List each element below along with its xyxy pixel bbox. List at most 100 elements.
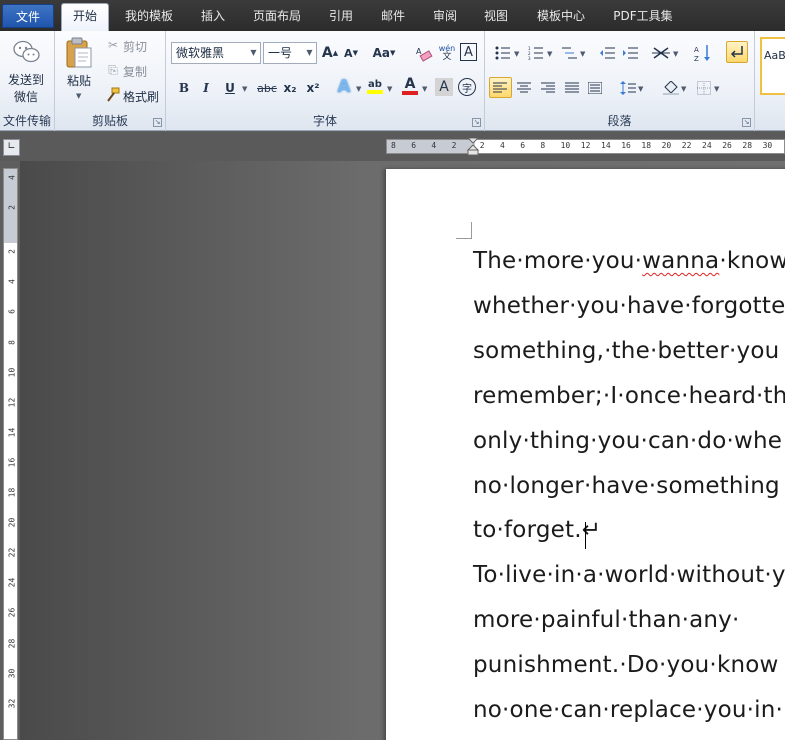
underline-button[interactable]: U (220, 78, 240, 98)
align-center-icon[interactable] (514, 78, 534, 98)
highlight-button[interactable]: ab (365, 76, 385, 96)
tab-template-center[interactable]: 模板中心 (530, 6, 592, 26)
chinese-layout-dropdown-arrow[interactable]: ▼ (673, 50, 678, 58)
tab-selector-button[interactable]: ∟ (3, 139, 20, 156)
char-border-icon[interactable]: A (460, 43, 477, 61)
align-right-icon[interactable] (538, 78, 558, 98)
paste-dropdown-arrow[interactable]: ▼ (76, 92, 81, 100)
justify-icon[interactable] (562, 78, 582, 98)
cut-button[interactable]: 剪切 (123, 38, 147, 55)
document-line[interactable]: whether·you·have·forgotte (473, 293, 785, 319)
copy-icon[interactable]: ⎘ (103, 60, 123, 80)
tab-view[interactable]: 视图 (477, 6, 515, 26)
clipboard-dialog-launcher[interactable]: ↘ (153, 118, 162, 127)
document-line[interactable]: punishment.·Do·you·know (473, 652, 779, 678)
paste-icon[interactable] (64, 36, 94, 70)
multilevel-list-icon[interactable] (559, 43, 579, 63)
sort-icon[interactable]: AZ (693, 43, 713, 63)
clear-format-icon[interactable]: A (414, 43, 434, 63)
text-cursor (585, 522, 586, 549)
decrease-indent-icon[interactable] (597, 43, 617, 63)
multilevel-dropdown-arrow[interactable]: ▼ (580, 50, 585, 58)
tab-insert[interactable]: 插入 (194, 6, 232, 26)
indent-marker-icon[interactable] (467, 138, 479, 156)
numbering-dropdown-arrow[interactable]: ▼ (547, 50, 552, 58)
borders-icon[interactable] (694, 78, 714, 98)
tab-page-layout[interactable]: 页面布局 (247, 6, 307, 26)
ruler-tick-label: 18 (7, 487, 17, 498)
font-dialog-launcher[interactable]: ↘ (472, 118, 481, 127)
borders-dropdown-arrow[interactable]: ▼ (714, 85, 719, 93)
vertical-ruler[interactable]: 4 2 2 4 6 8 10 12 14 16 18 20 22 24 26 28 30 32 (3, 168, 18, 740)
tab-file[interactable]: 文件 (2, 4, 54, 28)
send-to-wechat-label-1[interactable]: 发送到 (8, 71, 44, 88)
italic-button[interactable]: I (196, 78, 216, 98)
tab-references[interactable]: 引用 (322, 6, 360, 26)
ruler-tick-label: 26 (7, 608, 17, 618)
format-painter-icon[interactable] (103, 85, 123, 105)
paste-button[interactable]: 粘贴 (67, 72, 91, 89)
font-name-dropdown-icon[interactable]: ▼ (247, 43, 260, 63)
shading-dropdown-arrow[interactable]: ▼ (681, 85, 686, 93)
tab-mailings[interactable]: 邮件 (374, 6, 412, 26)
highlight-dropdown-arrow[interactable]: ▼ (387, 85, 392, 93)
document-line[interactable]: The·more·you·wanna·know (473, 248, 785, 274)
bold-button[interactable]: B (174, 78, 194, 98)
font-color-dropdown-arrow[interactable]: ▼ (422, 85, 427, 93)
group-label-font: 字体 (312, 114, 337, 128)
style-normal-preview[interactable]: AaB (760, 37, 785, 95)
font-size-combo[interactable]: 一号 ▼ (263, 42, 317, 64)
enclose-char-button[interactable]: 字 (458, 78, 476, 96)
show-marks-toggle[interactable] (726, 41, 748, 63)
document-line[interactable]: remember;·I·once·heard·th (473, 383, 785, 409)
increase-indent-icon[interactable] (620, 43, 640, 63)
tab-my-templates[interactable]: 我的模板 (118, 6, 180, 26)
horizontal-ruler[interactable]: 8 6 4 2 2 4 6 8 10 12 14 16 18 20 22 24 26 28 30 (386, 138, 785, 156)
line-spacing-icon[interactable] (618, 78, 638, 98)
align-left-icon (490, 78, 510, 98)
spelling-error-marker[interactable]: wanna (642, 248, 719, 274)
group-paragraph: ▼ 123 ▼ ▼ ▼ AZ ▼ ▼ ▼ 段落 ↘ (485, 31, 755, 131)
document-line[interactable]: To·live·in·a·world·without·y (473, 562, 785, 588)
font-name-combo[interactable]: 微软雅黑 ▼ (171, 42, 261, 64)
wechat-icon[interactable] (12, 37, 42, 67)
paragraph-dialog-launcher[interactable]: ↘ (742, 118, 751, 127)
shrink-font-icon[interactable]: A ▼ (341, 43, 361, 63)
bullets-dropdown-arrow[interactable]: ▼ (514, 50, 519, 58)
ruler-tick-label: 8 (540, 141, 546, 150)
underline-dropdown-arrow[interactable]: ▼ (242, 85, 247, 93)
grow-font-icon[interactable]: A ▲ (320, 43, 340, 63)
text-effects-dropdown-arrow[interactable]: ▼ (356, 85, 361, 93)
shading-icon[interactable] (661, 78, 681, 98)
align-left-toggle[interactable] (489, 77, 512, 98)
distribute-icon[interactable] (585, 78, 605, 98)
tab-review[interactable]: 审阅 (426, 6, 464, 26)
copy-button[interactable]: 复制 (123, 63, 147, 80)
ruler-tick-label: 2 (7, 205, 17, 211)
numbering-icon[interactable]: 123 (526, 43, 546, 63)
chinese-layout-icon[interactable] (651, 43, 671, 63)
text-effects-button[interactable]: A (334, 77, 354, 97)
cut-icon[interactable]: ✂ (103, 35, 123, 55)
document-line[interactable]: to·forget.↵ (473, 517, 601, 543)
ruler-tick-label: 4 (431, 141, 437, 150)
document-line[interactable]: more·painful·than·any· (473, 607, 740, 633)
superscript-button[interactable]: x² (303, 78, 323, 98)
phonetic-guide-icon[interactable]: wén 文 (437, 43, 457, 63)
char-shading-button[interactable]: A (435, 78, 453, 96)
strikethrough-button[interactable]: abc (255, 78, 279, 98)
document-line[interactable]: something,·the·better·you (473, 338, 779, 364)
document-line[interactable]: only·thing·you·can·do·whe (473, 428, 782, 454)
subscript-button[interactable]: x₂ (280, 78, 300, 98)
bullets-icon[interactable] (493, 43, 513, 63)
document-line[interactable]: no·one·can·replace·you·in· (473, 697, 783, 723)
send-to-wechat-label-2[interactable]: 微信 (14, 88, 38, 105)
change-case-icon[interactable]: Aa ▼ (371, 43, 397, 63)
font-color-button[interactable]: A (400, 76, 420, 96)
format-painter-button[interactable]: 格式刷 (123, 88, 159, 105)
line-spacing-dropdown-arrow[interactable]: ▼ (638, 85, 643, 93)
document-line[interactable]: no·longer·have·something (473, 473, 780, 499)
font-size-dropdown-icon[interactable]: ▼ (303, 43, 316, 63)
tab-home[interactable]: 开始 (61, 3, 109, 32)
tab-pdf-tools[interactable]: PDF工具集 (607, 6, 679, 26)
